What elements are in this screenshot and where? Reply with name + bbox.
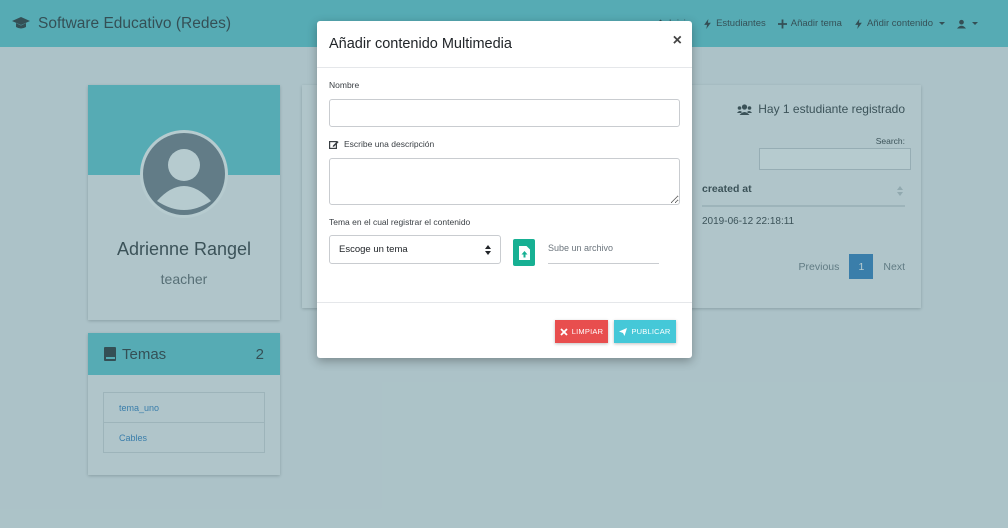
topic-label-text: Tema en el cual registrar el contenido	[329, 217, 471, 227]
clear-button[interactable]: LIMPIAR	[555, 320, 608, 343]
publish-button-label: PUBLICAR	[631, 327, 671, 336]
publish-button[interactable]: PUBLICAR	[614, 320, 676, 343]
close-button[interactable]: ×	[673, 33, 682, 49]
topic-label: Tema en el cual registrar el contenido	[329, 217, 470, 227]
topic-select-value: Escoge un tema	[339, 244, 408, 255]
name-label: Nombre	[329, 80, 359, 90]
upload-file-button[interactable]	[513, 239, 535, 266]
file-path-field[interactable]: Sube un archivo	[548, 239, 659, 264]
file-upload-icon	[518, 245, 530, 260]
name-field[interactable]	[329, 99, 680, 127]
name-label-text: Nombre	[329, 80, 360, 90]
description-label: Escribe una descripción	[329, 139, 434, 149]
description-field[interactable]	[329, 158, 680, 205]
edit-icon	[329, 140, 339, 149]
clear-button-label: LIMPIAR	[571, 327, 604, 336]
description-label-text: Escribe una descripción	[344, 139, 435, 149]
topic-select[interactable]: Escoge un tema	[329, 235, 501, 264]
modal-title: Añadir contenido Multimedia	[329, 36, 512, 52]
select-arrows-icon	[485, 245, 491, 255]
modal-footer: LIMPIAR PUBLICAR	[317, 302, 692, 358]
modal-header: Añadir contenido Multimedia	[317, 21, 692, 68]
paper-plane-icon	[619, 327, 628, 336]
close-icon	[560, 327, 568, 336]
add-content-modal: Añadir contenido Multimedia × Nombre Esc…	[317, 21, 692, 358]
